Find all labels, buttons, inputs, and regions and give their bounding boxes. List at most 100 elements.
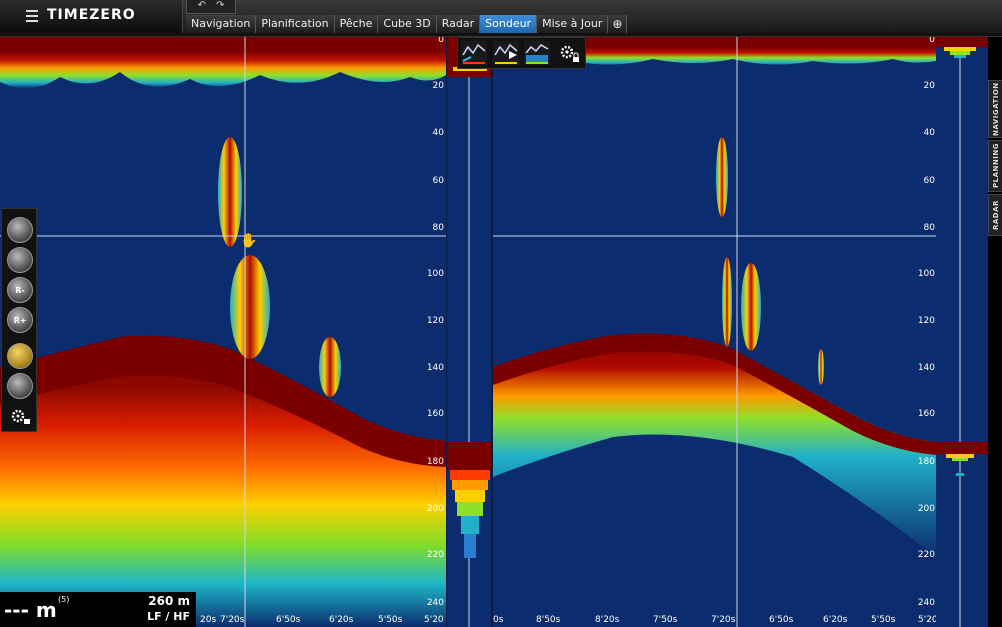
fish-school-1 <box>716 137 728 217</box>
depth-label: 160 <box>917 409 935 419</box>
time-label: 7'20s <box>711 615 736 625</box>
depth-label: 180 <box>917 457 935 467</box>
depth-label: 140 <box>917 363 935 373</box>
depth-readout: --- m (5) 260 m LF / HF <box>0 592 196 627</box>
echogram-high-frequency[interactable]: 0 20 40 60 80 100 120 140 160 180 200 22… <box>493 37 936 627</box>
redo-icon[interactable]: ↷ <box>216 0 224 11</box>
hand-pan-icon[interactable] <box>7 343 33 369</box>
depth-label: 200 <box>426 504 444 514</box>
hamburger-menu-icon[interactable] <box>26 10 38 22</box>
depth-label: 20 <box>923 81 935 91</box>
echogram-lf-canvas: ✋ <box>0 37 446 627</box>
time-label: 7'20s <box>220 615 245 625</box>
time-label: 8'20s <box>595 615 620 625</box>
a-scope-lf <box>446 37 493 627</box>
time-label: 6'20s <box>329 615 354 625</box>
time-label: 6'20s <box>823 615 848 625</box>
time-label: 5'20 <box>918 615 936 625</box>
time-label: 6'50s <box>276 615 301 625</box>
a-scope-hf <box>936 37 988 627</box>
eraser-tool-icon[interactable] <box>7 217 33 243</box>
depth-label: 220 <box>917 550 935 560</box>
a-scope-lf-canvas <box>447 37 493 627</box>
fish-school-2 <box>722 257 732 347</box>
undo-redo-group: ↶ ↷ <box>186 0 236 14</box>
fish-school-1 <box>218 137 242 247</box>
depth-label: 240 <box>426 598 444 608</box>
depth-label: 20 <box>432 81 444 91</box>
depth-label: 100 <box>917 269 935 279</box>
side-tab-navigation[interactable]: NAVIGATION <box>988 80 1002 138</box>
range-plus-icon[interactable]: R+ <box>7 307 33 333</box>
a-scope-hf-canvas <box>936 37 988 627</box>
tab-planification[interactable]: Planification <box>256 15 335 33</box>
tab-navigation[interactable]: Navigation <box>186 15 257 33</box>
depth-label: 60 <box>432 176 444 186</box>
depth-label: 40 <box>923 128 935 138</box>
echo-graph-pointer-icon <box>460 41 487 65</box>
depth-label: 0 <box>438 37 444 45</box>
depth-label: 160 <box>426 409 444 419</box>
echo-mode-button-1[interactable] <box>459 39 489 67</box>
depth-label: 240 <box>917 598 935 608</box>
fish-school-3 <box>319 337 341 397</box>
depth-label: 140 <box>426 363 444 373</box>
time-label: 5'20 <box>424 615 444 625</box>
time-label: 0s <box>493 615 504 625</box>
time-label: 8'50s <box>536 615 561 625</box>
undo-icon[interactable]: ↶ <box>198 0 206 11</box>
frequency-mode: LF / HF <box>147 610 190 623</box>
depth-label: 60 <box>923 176 935 186</box>
fish-school-2 <box>230 255 270 359</box>
depth-label: 180 <box>426 457 444 467</box>
echo-mode-button-2[interactable] <box>491 39 521 67</box>
side-tab-radar[interactable]: RADAR <box>988 194 1002 236</box>
depth-label: 100 <box>426 269 444 279</box>
hand-cursor-icon: ✋ <box>240 232 257 249</box>
range-minus-icon[interactable]: R- <box>7 277 33 303</box>
seabed-echo <box>493 333 936 557</box>
surface-clutter <box>0 51 446 89</box>
brand-area: TIMEZERO <box>0 0 183 33</box>
time-label: 20s <box>200 615 217 625</box>
time-label: 5'50s <box>378 615 403 625</box>
cursor-pointer-icon[interactable] <box>7 373 33 399</box>
workspace-tabs: Navigation Planification Pêche Cube 3D R… <box>186 15 628 33</box>
tab-radar[interactable]: Radar <box>436 15 481 33</box>
echogram-toolbar <box>457 37 586 69</box>
echogram-hf-canvas <box>493 37 936 627</box>
tab-cube-3d[interactable]: Cube 3D <box>378 15 437 33</box>
echogram-low-frequency[interactable]: ✋ 0 20 40 60 80 100 120 140 160 180 200 … <box>0 37 446 627</box>
tool-settings-gear-icon[interactable] <box>10 407 32 429</box>
top-bar: TIMEZERO ↶ ↷ Navigation Planification Pêc… <box>0 0 1002 37</box>
depth-label: 40 <box>432 128 444 138</box>
tool-strip: R- R+ <box>1 208 37 432</box>
tab-sondeur[interactable]: Sondeur <box>480 15 538 33</box>
echo-settings-button[interactable] <box>554 39 584 67</box>
echo-graph-arrow-icon <box>492 41 519 65</box>
echo-mode-button-3[interactable] <box>523 39 553 67</box>
depth-label: 120 <box>426 316 444 326</box>
gear-lock-icon <box>560 45 580 62</box>
depth-label: 80 <box>432 223 444 233</box>
range-value: 260 m <box>148 594 190 608</box>
fish-school-3 <box>741 263 761 351</box>
surface-return <box>0 37 446 51</box>
time-label: 7'50s <box>653 615 678 625</box>
side-tab-planning[interactable]: PLANNING <box>988 140 1002 192</box>
depth-label: 200 <box>917 504 935 514</box>
app-logo-text: TIMEZERO <box>47 7 136 23</box>
depth-value: --- m <box>4 598 57 622</box>
tab-mise-a-jour[interactable]: Mise à Jour <box>537 15 609 33</box>
depth-label: 80 <box>923 223 935 233</box>
fish-school-4 <box>818 349 824 385</box>
depth-label: 0 <box>929 37 935 45</box>
add-tab-icon[interactable]: ⊕ <box>608 15 628 33</box>
time-label: 5'50s <box>871 615 896 625</box>
echo-graph-zoom-icon <box>524 41 551 65</box>
pencil-tool-icon[interactable] <box>7 247 33 273</box>
depth-label: 120 <box>917 316 935 326</box>
tab-peche[interactable]: Pêche <box>334 15 379 33</box>
depth-superscript: (5) <box>58 595 70 604</box>
depth-label: 220 <box>426 550 444 560</box>
